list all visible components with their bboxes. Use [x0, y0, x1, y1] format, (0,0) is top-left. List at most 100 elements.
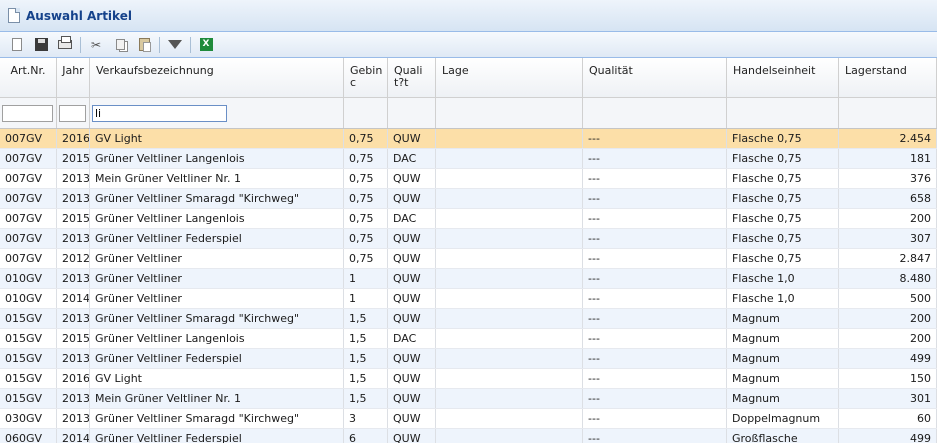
filter-cell-empty	[388, 98, 436, 128]
column-header-lage[interactable]: Lage	[436, 58, 583, 97]
cell-jahr: 2013	[57, 389, 90, 408]
table-row[interactable]: 015GV 2015 Grüner Veltliner Langenlois 1,5 D…	[0, 329, 937, 349]
cell-lage	[436, 269, 583, 288]
cell-jahr: 2013	[57, 349, 90, 368]
table-row[interactable]: 010GV 2013 Grüner Veltliner 1 QUW --- Flasche …	[0, 269, 937, 289]
table-row[interactable]: 007GV 2016 GV Light 0,75 QUW --- Flasche 0,75 2…	[0, 129, 937, 149]
table-row[interactable]: 007GV 2015 Grüner Veltliner Langenlois 0,75…	[0, 209, 937, 229]
cell-qual: QUW	[388, 249, 436, 268]
cell-qualitaet: ---	[583, 189, 727, 208]
column-header-artnr[interactable]: Art.Nr.	[0, 58, 57, 97]
grid-body: 007GV 2016 GV Light 0,75 QUW --- Flasche 0,75 2…	[0, 129, 937, 443]
cell-qual: DAC	[388, 209, 436, 228]
table-row[interactable]: 015GV 2013 Mein Grüner Veltliner Nr. 1 1,5 Q…	[0, 389, 937, 409]
table-row[interactable]: 007GV 2013 Mein Grüner Veltliner Nr. 1 0,75…	[0, 169, 937, 189]
cell-he: Magnum	[727, 389, 839, 408]
cell-jahr: 2013	[57, 269, 90, 288]
table-row[interactable]: 015GV 2013 Grüner Veltliner Smaragd "Kirch…	[0, 309, 937, 329]
copy-button[interactable]	[111, 36, 129, 54]
cell-he: Magnum	[727, 349, 839, 368]
table-row[interactable]: 007GV 2015 Grüner Veltliner Langenlois 0,75…	[0, 149, 937, 169]
excel-export-button[interactable]: X	[197, 36, 215, 54]
cell-he: Flasche 0,75	[727, 229, 839, 248]
cell-qualitaet: ---	[583, 349, 727, 368]
table-row[interactable]: 060GV 2014 Grüner Veltliner Federspiel 6 QUW…	[0, 429, 937, 443]
cell-artnr: 015GV	[0, 369, 57, 388]
cell-qual: QUW	[388, 409, 436, 428]
cell-jahr: 2015	[57, 329, 90, 348]
cell-qualitaet: ---	[583, 369, 727, 388]
column-header-verkaufsbezeichnung[interactable]: Verkaufsbezeichnung	[90, 58, 344, 97]
paste-icon	[138, 38, 151, 52]
cell-lager: 200	[839, 309, 937, 328]
table-row[interactable]: 015GV 2016 GV Light 1,5 QUW --- Magnum 150	[0, 369, 937, 389]
cell-jahr: 2013	[57, 189, 90, 208]
filter-cell-artnr	[0, 98, 57, 128]
table-row[interactable]: 007GV 2013 Grüner Veltliner Smaragd "Kirch…	[0, 189, 937, 209]
filter-row	[0, 98, 937, 129]
cell-gebinde: 1,5	[344, 349, 388, 368]
cell-gebinde: 0,75	[344, 249, 388, 268]
filter-artnr-input[interactable]	[2, 105, 53, 122]
cell-lage	[436, 349, 583, 368]
cell-qualitaet: ---	[583, 129, 727, 148]
cell-qual: QUW	[388, 309, 436, 328]
cell-bez: Grüner Veltliner	[90, 249, 344, 268]
cell-artnr: 015GV	[0, 309, 57, 328]
cell-he: Magnum	[727, 369, 839, 388]
cell-jahr: 2012	[57, 249, 90, 268]
toolbar-separator	[190, 36, 191, 53]
table-row[interactable]: 007GV 2013 Grüner Veltliner Federspiel 0,75…	[0, 229, 937, 249]
window-titlebar: Auswahl Artikel	[0, 0, 937, 32]
column-header-qualitaet-short[interactable]: Qualit?t	[388, 58, 436, 97]
cell-lager: 499	[839, 429, 937, 443]
save-icon	[34, 38, 48, 51]
cell-bez: Mein Grüner Veltliner Nr. 1	[90, 169, 344, 188]
cell-gebinde: 0,75	[344, 189, 388, 208]
save-button[interactable]	[32, 36, 50, 54]
print-button[interactable]	[56, 36, 74, 54]
paste-button[interactable]	[135, 36, 153, 54]
new-button[interactable]	[8, 36, 26, 54]
cell-lage	[436, 169, 583, 188]
cell-lager: 2.847	[839, 249, 937, 268]
cell-artnr: 007GV	[0, 189, 57, 208]
cell-bez: Grüner Veltliner Federspiel	[90, 429, 344, 443]
column-header-qualitaet[interactable]: Qualität	[583, 58, 727, 97]
cell-artnr: 015GV	[0, 329, 57, 348]
column-header-jahr[interactable]: Jahr	[57, 58, 90, 97]
filter-bezeichnung-input[interactable]	[92, 105, 227, 122]
table-row[interactable]: 015GV 2013 Grüner Veltliner Federspiel 1,5 Q…	[0, 349, 937, 369]
filter-jahr-input[interactable]	[59, 105, 86, 122]
cut-button[interactable]: ✂	[87, 36, 105, 54]
cell-qual: QUW	[388, 369, 436, 388]
cell-bez: Grüner Veltliner	[90, 289, 344, 308]
cell-jahr: 2016	[57, 129, 90, 148]
cell-qualitaet: ---	[583, 169, 727, 188]
filter-button[interactable]	[166, 36, 184, 54]
cell-qual: QUW	[388, 349, 436, 368]
cell-lager: 8.480	[839, 269, 937, 288]
cell-lager: 200	[839, 209, 937, 228]
cell-qual: QUW	[388, 269, 436, 288]
cell-qual: QUW	[388, 289, 436, 308]
column-header-gebinde[interactable]: Gebinc	[344, 58, 388, 97]
table-row[interactable]: 007GV 2012 Grüner Veltliner 0,75 QUW --- Flasc…	[0, 249, 937, 269]
column-header-handelseinheit[interactable]: Handelseinheit	[727, 58, 839, 97]
cell-gebinde: 1,5	[344, 309, 388, 328]
cell-lager: 376	[839, 169, 937, 188]
cell-he: Flasche 0,75	[727, 149, 839, 168]
table-row[interactable]: 010GV 2014 Grüner Veltliner 1 QUW --- Flasche …	[0, 289, 937, 309]
cell-lager: 307	[839, 229, 937, 248]
cell-gebinde: 1,5	[344, 389, 388, 408]
column-header-lagerstand[interactable]: Lagerstand	[839, 58, 937, 97]
article-grid: Art.Nr. Jahr Verkaufsbezeichnung Gebinc …	[0, 58, 937, 443]
cell-jahr: 2014	[57, 429, 90, 443]
cell-he: Magnum	[727, 309, 839, 328]
cell-artnr: 007GV	[0, 209, 57, 228]
cell-lage	[436, 369, 583, 388]
cell-qualitaet: ---	[583, 309, 727, 328]
cell-he: Flasche 0,75	[727, 129, 839, 148]
table-row[interactable]: 030GV 2013 Grüner Veltliner Smaragd "Kirch…	[0, 409, 937, 429]
cell-bez: Mein Grüner Veltliner Nr. 1	[90, 389, 344, 408]
